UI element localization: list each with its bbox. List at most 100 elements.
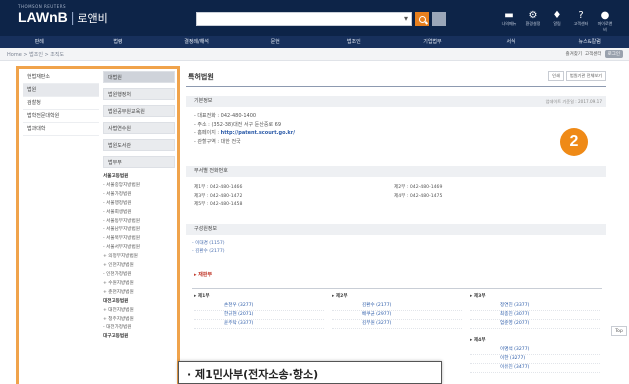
utility-links: 즐겨찾기 고객센터 로그인 xyxy=(565,50,623,58)
main-nav: 판례 법령 결정례/해석 문헌 법조인 기업법무 서식 뉴스&칼럼 xyxy=(0,36,629,48)
icon-label: 환경설정 xyxy=(525,21,541,26)
search-input[interactable]: ▾ xyxy=(196,12,412,26)
detail-actions: 인쇄 법원기관 전체보기 xyxy=(548,71,606,81)
view-all-button[interactable]: 법원기관 전체보기 xyxy=(565,71,606,81)
print-button[interactable]: 인쇄 xyxy=(548,71,564,81)
user-menu[interactable]: ● 마이로앤비 xyxy=(596,10,614,33)
gear-menu[interactable]: ⚙ 환경설정 xyxy=(524,10,542,33)
judge-name[interactable]: 한규현 (2071) xyxy=(194,311,253,319)
nav-item[interactable]: 문헌 xyxy=(236,36,315,48)
search-button[interactable] xyxy=(415,12,429,26)
org-navigation-panel: 헌법재판소 법원 검찰청 법학전문대학원 법과대학 대법원법원행정처법원공무원교육원사법… xyxy=(16,66,180,384)
judge-row: 이한 (3277) xyxy=(470,355,600,364)
bell-menu[interactable]: ♦ 알림 xyxy=(548,10,566,33)
phone-header: 부서별 전화번호 xyxy=(186,166,606,177)
folder-menu[interactable]: ▬ 나의메뉴 xyxy=(500,10,518,33)
org-category-item[interactable]: 헌법재판소 xyxy=(23,71,99,84)
court-group[interactable]: 서울고등법원 xyxy=(103,173,175,182)
member-title: 구성원정보 xyxy=(194,226,218,232)
folder-icon: ▬ xyxy=(504,10,514,21)
judge-name[interactable]: 이명석 (3277) xyxy=(470,346,529,354)
judge-row: 손천우 (3277) xyxy=(194,302,324,311)
court-tree-item[interactable]: - 서울동부지방법원 xyxy=(103,218,175,227)
login-button[interactable]: 로그인 xyxy=(604,50,623,58)
court-tree-item[interactable]: + 수원지방법원 xyxy=(103,280,175,289)
nav-item[interactable]: 판례 xyxy=(0,36,79,48)
division-name[interactable]: ▸ 제3부 xyxy=(470,293,600,299)
judge-name[interactable]: 정연진 (3377) xyxy=(470,302,529,310)
judge-row: 이명석 (3277) xyxy=(470,346,600,355)
phone-title: 부서별 전화번호 xyxy=(194,168,228,174)
top-button[interactable]: Top xyxy=(611,326,627,336)
utility-link-favorites[interactable]: 즐겨찾기 xyxy=(565,51,582,57)
top-icons: ▬ 나의메뉴 ⚙ 환경설정 ♦ 알림 ? 고객센터 ● 마이로앤비 xyxy=(500,10,614,33)
nav-item[interactable]: 서식 xyxy=(472,36,551,48)
court-tree-item[interactable]: - 인천가정법원 xyxy=(103,271,175,280)
chevron-down-icon[interactable]: ▾ xyxy=(404,14,408,23)
judge-name[interactable]: 최종진 (3077) xyxy=(470,311,529,319)
org-category-item[interactable]: 법원 xyxy=(23,84,99,97)
nav-item[interactable]: 기업법무 xyxy=(393,36,472,48)
judge-name[interactable]: 이한 (3277) xyxy=(470,355,525,363)
court-tree-item[interactable]: + 대전지방법원 xyxy=(103,307,175,316)
court-tree-item[interactable]: - 서울회생법원 xyxy=(103,209,175,218)
brand[interactable]: THOMSON REUTERS LAWnB | 로앤비 xyxy=(18,4,108,27)
nav-item[interactable]: 법조인 xyxy=(315,36,394,48)
court-tree-item[interactable]: - 서울북부지방법원 xyxy=(103,235,175,244)
court-tree-item[interactable]: - 서울행정법원 xyxy=(103,200,175,209)
division-name[interactable]: ▸ 제4부 xyxy=(470,337,600,343)
court-tree-item[interactable]: + 청주지방법원 xyxy=(103,316,175,325)
court-item[interactable]: 사법연수원 xyxy=(103,122,175,134)
court-item[interactable]: 법원도서관 xyxy=(103,139,175,151)
court-group[interactable]: 대전고등법원 xyxy=(103,298,175,307)
court-tree-item[interactable]: + 인천지방법원 xyxy=(103,262,175,271)
court-tree-item[interactable]: - 대전가정법원 xyxy=(103,324,175,333)
court-group[interactable]: 대구고등법원 xyxy=(103,333,175,342)
nav-item[interactable]: 법령 xyxy=(79,36,158,48)
court-item[interactable]: 대법원 xyxy=(103,71,175,83)
division-name[interactable]: ▸ 제2부 xyxy=(332,293,462,299)
utility-link-support[interactable]: 고객센터 xyxy=(585,51,602,57)
icon-label: 나의메뉴 xyxy=(501,21,517,26)
court-tree-item[interactable]: + 의정부지방법원 xyxy=(103,253,175,262)
judge-name[interactable]: 김부원 (3277) xyxy=(332,320,391,328)
judge-name[interactable]: 손천우 (3277) xyxy=(194,302,253,310)
nav-item[interactable]: 뉴스&칼럼 xyxy=(550,36,629,48)
judge-row: 김부원 (3277) xyxy=(332,320,462,329)
basic-info: - 대표전화 : 042-480-1400 - 주소 : (352-38)대전 … xyxy=(194,112,295,146)
court-item[interactable]: 법원행정처 xyxy=(103,88,175,100)
member-item[interactable]: - 김환수 (2177) xyxy=(192,248,225,256)
court-tree-item[interactable]: - 서울남부지방법원 xyxy=(103,226,175,235)
court-tree-item[interactable]: + 춘천지방법원 xyxy=(103,289,175,298)
division-column: ▸ 제1부손천우 (3277) 한규현 (2071) 윤주탁 (3377) xyxy=(194,293,324,329)
judge-name[interactable]: 엄준영 (2077) xyxy=(470,320,529,328)
judge-name[interactable]: 배쿠균 (2977) xyxy=(332,311,391,319)
search-options-button[interactable] xyxy=(432,12,446,26)
court-tree-item[interactable]: - 서울가정법원 xyxy=(103,191,175,200)
member-list: - 이대경 (1157) - 김환수 (2177) xyxy=(192,240,225,256)
court-tree-item[interactable]: - 서울중앙지방법원 xyxy=(103,182,175,191)
org-category-item[interactable]: 법과대학 xyxy=(23,123,99,136)
help-menu[interactable]: ? 고객센터 xyxy=(572,10,590,33)
division-name[interactable]: ▸ 제1부 xyxy=(194,293,324,299)
court-tree-item[interactable]: - 서울서부지방법원 xyxy=(103,244,175,253)
division-popup[interactable]: · 제1민사부(전자소송·항소) xyxy=(178,361,442,384)
help-icon: ? xyxy=(578,10,584,21)
judge-name[interactable]: 이유진 (3477) xyxy=(470,364,529,372)
phone-entry: 제5부 : 042-480-1458 xyxy=(194,202,243,207)
org-category-item[interactable]: 검찰청 xyxy=(23,97,99,110)
homepage-link[interactable]: http://patent.scourt.go.kr/ xyxy=(221,130,295,136)
judge-row: 한규현 (2071) xyxy=(194,311,324,320)
judge-name[interactable]: 김환수 (2177) xyxy=(332,302,391,310)
user-icon: ● xyxy=(600,10,610,21)
org-category-item[interactable]: 법학전문대학원 xyxy=(23,110,99,123)
court-detail: 특허법원 인쇄 법원기관 전체보기 기본정보 업데이트 기준일 : 2017.0… xyxy=(186,66,606,384)
step-badge: 2 xyxy=(560,128,588,156)
jurisdiction-line: - 관할구역 : 대한 전국 xyxy=(194,138,241,145)
member-item[interactable]: - 이대경 (1157) xyxy=(192,240,225,248)
court-item[interactable]: 법무부 xyxy=(103,156,175,168)
nav-item[interactable]: 결정례/해석 xyxy=(157,36,236,48)
logo[interactable]: LAWnB | 로앤비 xyxy=(18,9,108,27)
court-item[interactable]: 법원공무원교육원 xyxy=(103,105,175,117)
judge-name[interactable]: 윤주탁 (3377) xyxy=(194,320,253,328)
